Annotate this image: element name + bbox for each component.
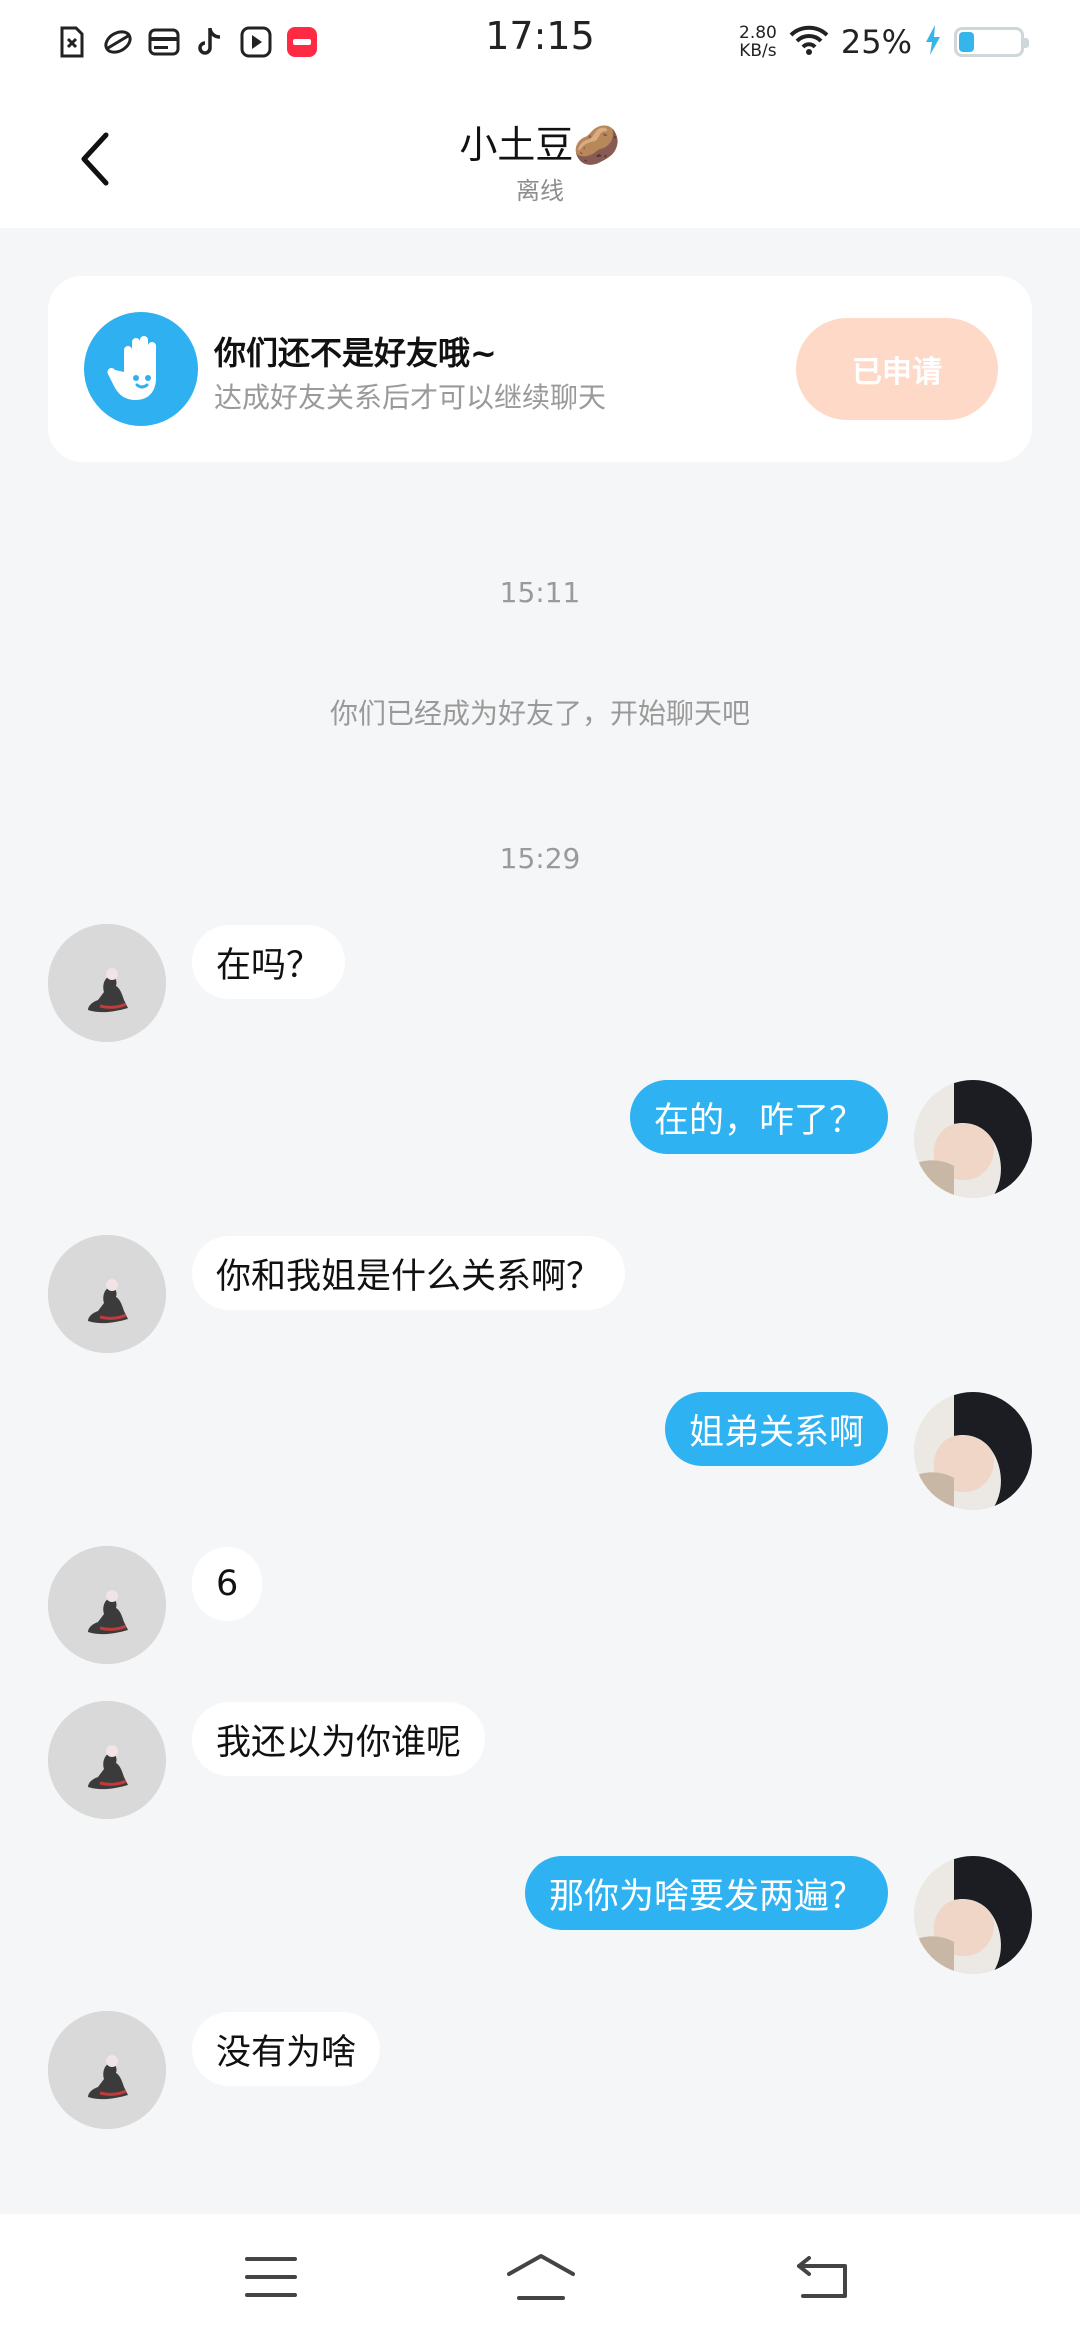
contact-avatar[interactable] <box>48 924 166 1042</box>
message-bubble-received[interactable]: 在吗？ <box>192 925 346 999</box>
my-avatar[interactable] <box>914 1392 1032 1510</box>
contact-avatar[interactable] <box>48 1546 166 1664</box>
battery-percent: 25% <box>840 23 912 61</box>
hand-mascot-icon <box>84 312 198 426</box>
my-avatar[interactable] <box>914 1856 1032 1974</box>
contact-avatar[interactable] <box>48 1235 166 1353</box>
battery-level <box>959 32 974 52</box>
friend-request-banner: 你们还不是好友哦~ 达成好友关系后才可以继续聊天 已申请 <box>48 276 1032 462</box>
contact-avatar[interactable] <box>48 1701 166 1819</box>
system-nav-bar <box>0 2214 1080 2340</box>
menu-button[interactable] <box>226 2244 316 2310</box>
message-bubble-received[interactable]: 你和我姐是什么关系啊？ <box>192 1236 626 1310</box>
system-indicators: 2.80 KB/s 25% <box>739 20 1029 64</box>
contact-avatar[interactable] <box>48 2011 166 2129</box>
network-speed: 2.80 KB/s <box>739 24 777 60</box>
chat-header: 小土豆🥔 离线 <box>0 84 1080 228</box>
home-button[interactable] <box>496 2244 586 2310</box>
network-speed-unit: KB/s <box>739 41 777 61</box>
timestamp: 15:11 <box>499 576 581 609</box>
message-bubble-sent[interactable]: 姐弟关系啊 <box>664 1392 888 1466</box>
my-avatar[interactable] <box>914 1080 1032 1198</box>
message-bubble-sent[interactable]: 那你为啥要发两遍？ <box>524 1856 888 1930</box>
contact-name[interactable]: 小土豆🥔 <box>0 114 1080 169</box>
message-bubble-sent[interactable]: 在的，咋了？ <box>629 1080 888 1154</box>
banner-subtitle: 达成好友关系后才可以继续聊天 <box>214 381 607 414</box>
contact-title: 小土豆🥔 离线 <box>0 114 1080 206</box>
applied-button[interactable]: 已申请 <box>796 318 998 420</box>
back-nav-button[interactable] <box>778 2244 868 2310</box>
network-speed-value: 2.80 <box>739 23 777 43</box>
message-bubble-received[interactable]: 没有为啥 <box>192 2012 381 2086</box>
timestamp: 15:29 <box>499 842 581 875</box>
message-bubble-received[interactable]: 6 <box>192 1547 263 1621</box>
status-bar: 17:15 2.80 KB/s 25% <box>0 0 1080 84</box>
banner-title: 你们还不是好友哦~ <box>214 334 497 372</box>
menu-icon <box>245 2257 297 2297</box>
message-bubble-received[interactable]: 我还以为你谁呢 <box>192 1702 486 1776</box>
battery-icon <box>954 27 1029 57</box>
system-message: 你们已经成为好友了，开始聊天吧 <box>329 697 750 730</box>
home-icon <box>507 2254 575 2300</box>
battery-tip <box>1024 38 1029 48</box>
contact-status: 离线 <box>516 177 564 205</box>
charging-bolt-icon <box>924 24 942 60</box>
back-return-icon <box>797 2256 847 2298</box>
wifi-icon <box>789 24 829 60</box>
